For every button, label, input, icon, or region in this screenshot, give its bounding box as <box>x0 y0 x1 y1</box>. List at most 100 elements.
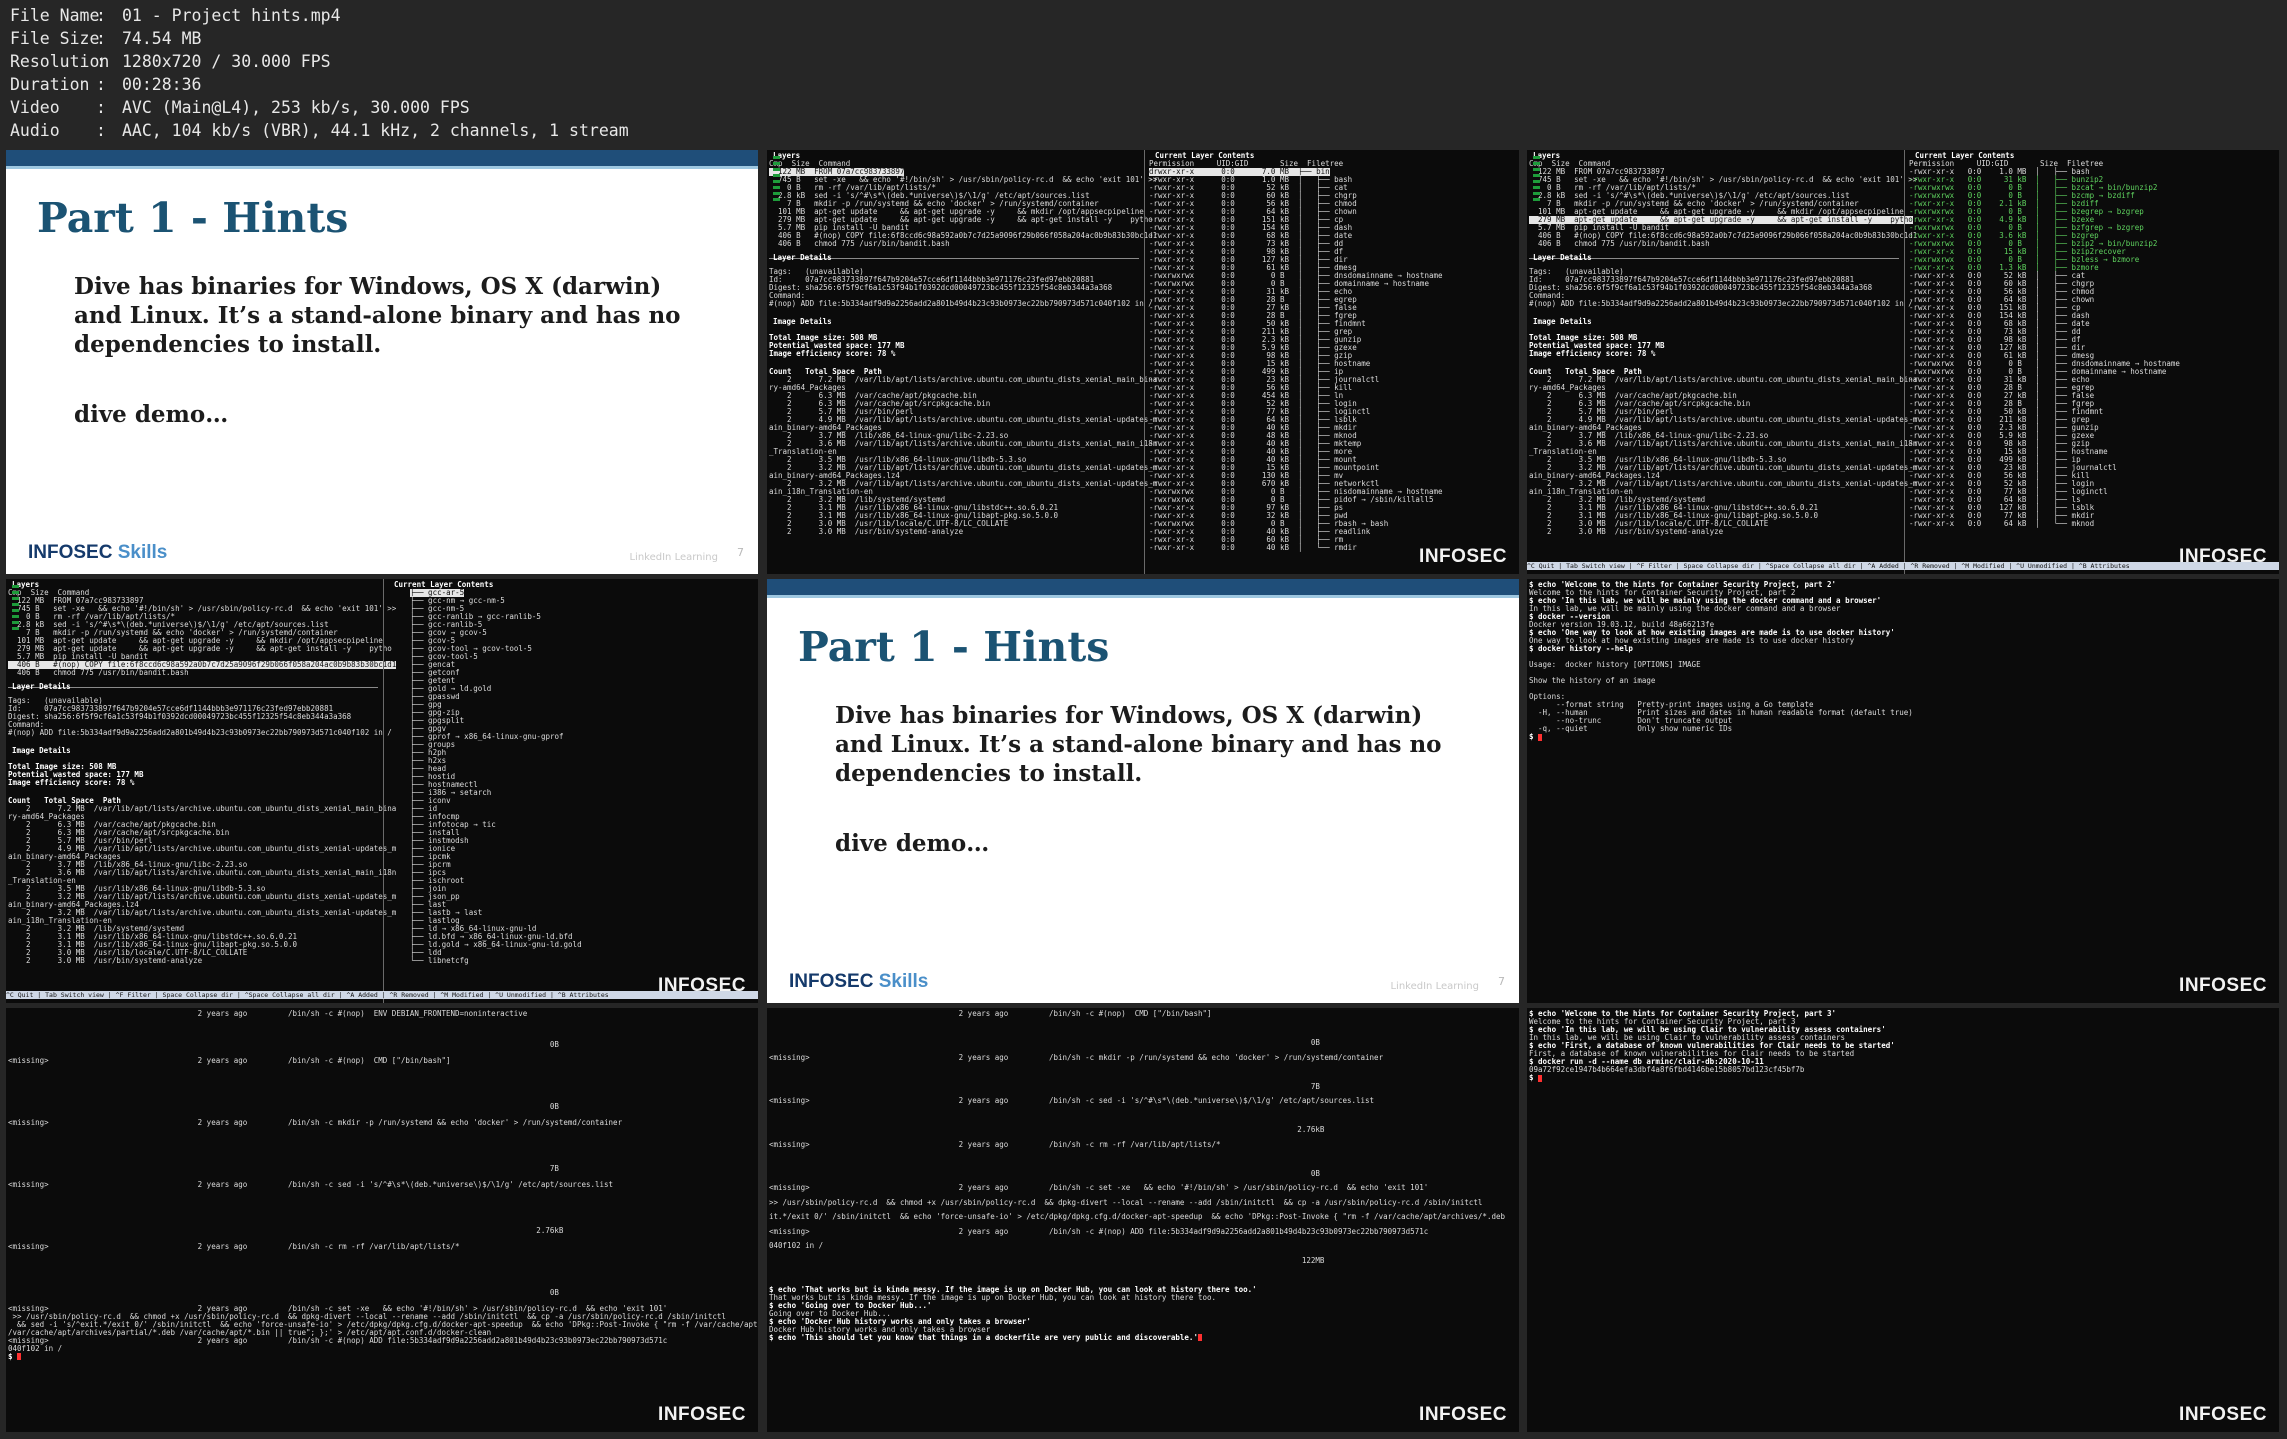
layer-details-header: Layer Details <box>1533 253 1592 262</box>
terminal-line: <missing> 2 years ago /bin/sh -c #(nop) … <box>769 1226 1429 1236</box>
terminal-line: 0B <box>769 1168 1320 1178</box>
layer-row: 406 B chmod 775 /usr/bin/bandit.bash <box>1529 239 1710 248</box>
terminal-line: <missing> 2 years ago /bin/sh -c sed -i … <box>8 1179 614 1189</box>
terminal-line: 0B <box>8 1040 559 1049</box>
terminal-line: <missing> 2 years ago /bin/sh -c sed -i … <box>769 1096 1375 1105</box>
slide-page-number: 7 <box>1498 975 1505 988</box>
image-stat: Image efficiency score: 78 % <box>8 778 135 787</box>
dive-layers-pane: Layers Cmp Size Command 122 MB FROM 07a7c… <box>6 579 397 1003</box>
efficiency-bars <box>1533 156 1540 201</box>
logo-main: INFOSEC <box>789 971 874 992</box>
meta-key: File Size <box>10 29 100 48</box>
thumbnail-clair[interactable]: $ echo 'Welcome to the hints for Contain… <box>1527 1008 2279 1432</box>
dive-filetree-pane: Current Layer Contents Permission UID:GID… <box>1907 150 2279 574</box>
layer-row: 406 B chmod 775 /usr/bin/bandit.bash <box>769 239 950 248</box>
thumbnail-slide-2[interactable]: Part 1 - Hints Dive has binaries for Win… <box>767 579 1519 1003</box>
dive-filetree-pane: Current Layer Contents Permission UID:GID… <box>1147 150 1519 574</box>
thumbnail-dive-2[interactable]: Layers Cmp Size Command 122 MB FROM 07a7c… <box>1527 150 2279 574</box>
meta-value: 1280x720 / 30.000 FPS <box>122 52 331 71</box>
meta-separator: : <box>96 29 106 48</box>
infosec-watermark: INFOSEC <box>658 1404 746 1425</box>
infosec-watermark: INFOSEC <box>658 975 746 996</box>
terminal-line: it.*/exit 0/' /sbin/initctl && echo 'for… <box>769 1212 1506 1221</box>
filetree-row: -rwxr-xr-x 0:0 40 kB │ └── rmdir <box>1149 543 1357 552</box>
dive-layers-pane: Layers Cmp Size Command 122 MB FROM 07a7c… <box>767 150 1157 574</box>
meta-key: Resolution <box>10 52 110 71</box>
layer-details-header: Layer Details <box>12 682 71 691</box>
terminal-line: $ echo 'This should let you know that th… <box>769 1333 1202 1342</box>
terminal-line: <missing> 2 years ago /bin/sh -c rm -rf … <box>8 1241 460 1251</box>
infosec-watermark: INFOSEC <box>2179 975 2267 996</box>
pane-divider <box>1144 150 1145 574</box>
linkedin-watermark: LinkedIn Learning <box>1390 981 1479 992</box>
efficiency-bars <box>12 585 19 630</box>
terminal-line: 0B <box>8 1102 559 1111</box>
meta-value: 00:28:36 <box>122 75 202 94</box>
terminal-line: <missing> 2 years ago /bin/sh -c #(nop) … <box>8 1055 451 1065</box>
slide-title: Part 1 - Hints <box>37 194 349 242</box>
thumbnail-slide-1[interactable]: Part 1 - Hints Dive has binaries for Win… <box>6 150 758 574</box>
terminal-line: 2 years ago /bin/sh -c #(nop) CMD ["/bin… <box>769 1009 1212 1018</box>
meta-key: File Name <box>10 6 100 25</box>
meta-row: Resolution:1280x720 / 30.000 FPS <box>10 50 629 73</box>
layer-details-header: Layer Details <box>773 253 832 262</box>
terminal-line: 09a72f92ce1947b4b664efa3dbf4a8f6fbd4146b… <box>1529 1065 1805 1074</box>
meta-row: Audio: AAC, 104 kb/s (VBR), 44.1 kHz, 2 c… <box>10 119 629 142</box>
slide-title: Part 1 - Hints <box>798 623 1110 671</box>
layer-detail: #(nop) ADD file:5b334adf9d9a2256add2a801… <box>8 728 392 737</box>
filetree-row: └── libnetcfg <box>410 956 469 965</box>
infosec-watermark: INFOSEC <box>1419 546 1507 567</box>
image-stat: Image efficiency score: 78 % <box>769 349 896 358</box>
dive-filetree-pane: Current Layer Contents ├── gcc-ar-5 ├── gc… <box>386 579 758 1003</box>
meta-key: Video <box>10 98 60 117</box>
pane-divider <box>383 579 384 1003</box>
terminal-line: >> /usr/sbin/policy-rc.d && chmod +x /us… <box>769 1197 1483 1207</box>
terminal-line: 7B <box>769 1081 1320 1091</box>
infosec-watermark: INFOSEC <box>2179 546 2267 567</box>
terminal-cursor <box>1538 1074 1543 1082</box>
layer-detail: Digest: sha256:6f5f9cf6a1c53f94b1f0392dc… <box>8 712 352 721</box>
efficiency-bars <box>773 156 780 201</box>
thumbnail-dive-1[interactable]: Layers Cmp Size Command 122 MB FROM 07a7c… <box>767 150 1519 574</box>
dive-status-bar: ^C Quit | Tab Switch view | ^F Filter | … <box>6 991 758 999</box>
filetree-row: -rwxr-xr-x 0:0 64 kB │ └── mknod <box>1909 519 2095 528</box>
count-row: 2 3.0 MB /usr/bin/systemd-analyze <box>769 527 964 536</box>
terminal-line: -q, --quiet Only show numeric IDs <box>1529 724 1733 733</box>
thumbnail-shell-history-help[interactable]: $ echo 'Welcome to the hints for Contain… <box>1527 579 2279 1003</box>
count-row: 2 3.0 MB /usr/bin/systemd-analyze <box>1529 527 1724 536</box>
layer-detail: Digest: sha256:6f5f9cf6a1c53f94b1f0392dc… <box>769 283 1113 292</box>
slide-page-number: 7 <box>737 546 744 559</box>
terminal-cursor <box>1538 733 1543 741</box>
image-details-header: Image Details <box>12 746 71 755</box>
pane-divider <box>1904 150 1905 574</box>
meta-separator: : <box>96 6 106 25</box>
thumbnail-dive-3[interactable]: Layers Cmp Size Command 122 MB FROM 07a7c… <box>6 579 758 1003</box>
terminal-line: $ <box>8 1352 22 1361</box>
meta-value: 01 - Project hints.mp4 <box>122 6 341 25</box>
slide-body: Dive has binaries for Windows, OS X (dar… <box>835 702 1442 787</box>
meta-row: Video: AVC (Main@L4), 253 kb/s, 30.000 FP… <box>10 96 629 119</box>
video-metadata: File Name:01 - Project hints.mp4 File Siz… <box>10 4 629 142</box>
image-details-header: Image Details <box>1533 317 1592 326</box>
terminal-line: 040f102 in / <box>769 1241 824 1250</box>
terminal-line: $ <box>1529 1074 1543 1082</box>
terminal-line: 0B <box>8 1288 559 1297</box>
infosec-watermark: INFOSEC <box>1419 1404 1507 1425</box>
logo-main: INFOSEC <box>28 542 113 563</box>
linkedin-watermark: LinkedIn Learning <box>629 552 718 563</box>
meta-row: File Size:74.54 MB <box>10 27 629 50</box>
infosec-skills-logo: INFOSEC Skills <box>28 542 167 564</box>
terminal-cursor <box>17 1353 22 1360</box>
terminal-line: Show the history of an image <box>1529 676 1656 685</box>
thumbnail-docker-history-2[interactable]: 2 years ago /bin/sh -c #(nop) CMD ["/bin… <box>767 1008 1519 1432</box>
count-row: 2 3.0 MB /usr/bin/systemd-analyze <box>8 956 203 965</box>
terminal-line: 2.76kB <box>769 1125 1325 1134</box>
terminal-line: <missing> 2 years ago /bin/sh -c rm -rf … <box>769 1139 1221 1149</box>
terminal-line: 7B <box>8 1164 559 1173</box>
terminal-line: $ docker history --help <box>1529 644 1633 653</box>
thumbnail-docker-history-1[interactable]: 2 years ago /bin/sh -c #(nop) ENV DEBIAN… <box>6 1008 758 1432</box>
dive-layers-pane: Layers Cmp Size Command 122 MB FROM 07a7c… <box>1527 150 1917 574</box>
terminal-line: 0B <box>769 1038 1320 1047</box>
slide-demo-text: dive demo… <box>835 830 990 857</box>
terminal-line: 122MB <box>769 1255 1325 1265</box>
